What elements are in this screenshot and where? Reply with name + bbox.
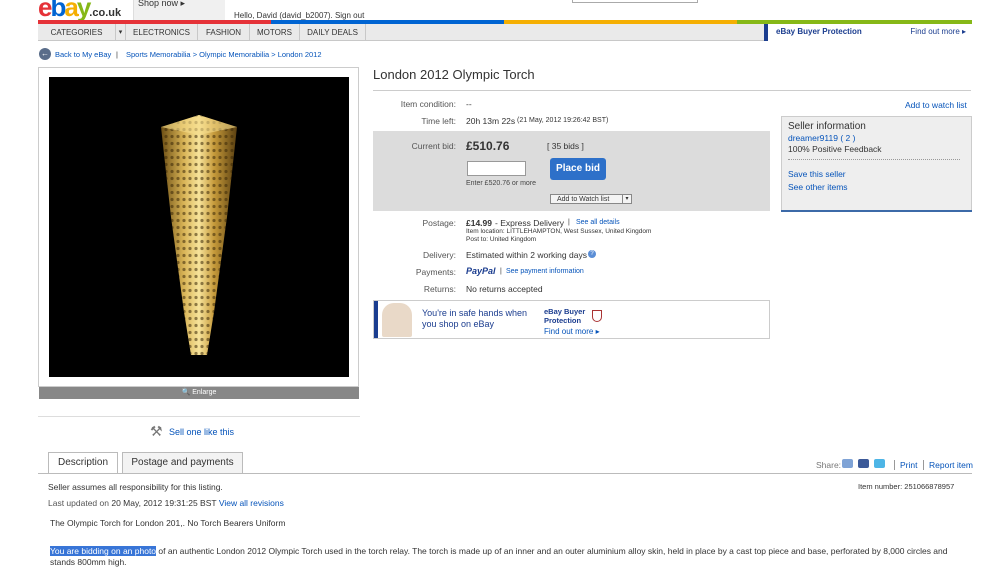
seller-feedback-score[interactable]: ( 2 ) [840,133,855,143]
paypal-logo: PayPal [466,266,496,276]
search-input[interactable] [572,0,698,3]
item-number: Item number: 251066878957 [858,482,955,491]
share-label: Share: [816,460,842,470]
description-body: You are bidding on an photo of an authen… [50,546,950,568]
seller-info-box: Seller information dreamer9119 ( 2 ) 100… [781,116,972,211]
bid-count-link[interactable]: [ 35 bids ] [547,141,584,151]
separator [894,460,895,470]
greeting[interactable]: Hello, David (david_b2007). Sign out [234,11,364,20]
breadcrumb[interactable]: Sports Memorabilia > Olympic Memorabilia… [126,50,322,59]
separator: | [500,268,502,275]
buyer-protection-banner[interactable]: You're in safe hands when you shop on eB… [373,300,770,339]
current-bid-label: Current bid: [411,141,456,151]
seller-name-line: dreamer9119 ( 2 ) [788,133,855,143]
find-out-more-link[interactable]: Find out more ▸ [910,27,966,36]
place-bid-button[interactable]: Place bid [550,158,606,180]
postage-price: £14.99 [466,218,492,228]
description-text: of an authentic London 2012 Olympic Torc… [50,546,948,567]
add-to-watch-list-label: Add to Watch list [557,196,610,203]
add-to-watch-list-link[interactable]: Add to watch list [905,100,967,110]
item-location: Item location: LITTLEHAMPTON, West Susse… [466,228,652,235]
bid-count: [ 35 bids ] [547,141,584,151]
postage-service: - Express Delivery [495,218,564,228]
divider [373,90,971,91]
buyer-protection-nav[interactable]: eBay Buyer Protection Find out more ▸ [764,24,972,41]
payments-label: Payments: [415,267,456,277]
logo-tld: .co.uk [89,7,122,19]
postage-label: Postage: [422,218,456,228]
info-icon[interactable]: ? [588,250,596,258]
back-arrow-icon[interactable]: ← [39,48,51,60]
divider [38,416,360,417]
save-seller-link[interactable]: Save this seller [788,169,846,179]
page-title: London 2012 Olympic Torch [373,67,535,82]
delivery-value: Estimated within 2 working days [466,250,587,260]
divider [788,159,960,160]
chevron-down-icon[interactable]: ▾ [622,195,631,204]
description-summary: The Olympic Torch for London 201,. No To… [50,518,286,528]
hammer-icon: ⚒ [150,423,163,439]
chevron-down-icon[interactable]: ▾ [116,24,126,41]
nav-electronics[interactable]: ELECTRONICS [126,24,198,41]
seller-name-link[interactable]: dreamer9119 [788,133,838,143]
twitter-icon[interactable] [874,459,885,468]
ebay-logo[interactable]: ebay.co.uk [38,0,130,20]
facebook-icon[interactable] [858,459,869,468]
nav-fashion[interactable]: FASHION [198,24,250,41]
banner-accent [374,301,378,338]
end-time: (21 May, 2012 19:26:42 BST) [517,117,609,124]
returns-label: Returns: [423,284,456,294]
time-left-value: 20h 13m 22s [466,116,516,126]
returns-value: No returns accepted [466,284,543,294]
buyer-protection-label: eBay Buyer Protection [776,27,862,36]
seller-responsibility: Seller assumes all responsibility for th… [48,482,223,492]
current-bid-value: £510.76 [466,139,510,153]
nav-categories[interactable]: CATEGORIES [38,24,116,41]
last-updated-date: 20 May, 2012 19:31:25 BST [111,498,217,508]
last-updated-prefix: Last updated on [48,498,109,508]
report-item-link[interactable]: Report item [929,460,973,470]
see-payment-info-link[interactable]: See payment information [506,268,584,275]
view-revisions-link[interactable]: View all revisions [219,498,284,508]
see-other-items-link[interactable]: See other items [788,182,848,192]
breadcrumb-separator: | [116,50,118,59]
tab-description[interactable]: Description [48,452,118,474]
back-to-my-ebay-link[interactable]: Back to My eBay [55,50,111,59]
nav-motors[interactable]: MOTORS [250,24,300,41]
selected-text: You are bidding on an photo [50,546,157,556]
last-updated: Last updated on 20 May, 2012 19:31:25 BS… [48,498,284,508]
enlarge-button[interactable]: 🔍 Enlarge [39,387,359,399]
shield-icon [592,310,602,322]
post-to: Post to: United Kingdom [466,236,537,243]
seller-positive-feedback: 100% Positive Feedback [788,144,882,154]
torch-image [161,115,237,355]
banner-find-out-more-link[interactable]: Find out more ▸ [544,327,600,336]
see-all-details-link[interactable]: See all details [576,219,620,226]
seller-heading: Seller information [788,121,866,132]
banner-message: You're in safe hands when you shop on eB… [422,308,527,329]
separator [923,460,924,470]
person-image [382,303,412,337]
tab-underline [38,473,972,474]
shop-now-banner[interactable]: Shop now ▸ [133,0,225,20]
nav-daily-deals[interactable]: DAILY DEALS [300,24,366,41]
add-to-watch-list-button[interactable]: Add to Watch list ▾ [550,194,632,204]
condition-value: -- [466,99,472,109]
torch-photo[interactable] [49,77,349,377]
bid-hint: Enter £520.76 or more [466,180,537,187]
separator: | [568,219,570,226]
divider [781,210,972,212]
bid-amount-input[interactable] [467,161,526,176]
print-link[interactable]: Print [900,460,917,470]
condition-label: Item condition: [400,99,456,109]
delivery-label: Delivery: [422,250,456,260]
nav-categories-label: CATEGORIES [50,28,103,37]
shop-now-label: Shop now ▸ [138,0,186,8]
tab-postage-payments[interactable]: Postage and payments [122,452,243,473]
email-icon[interactable] [842,459,853,468]
time-left-label: Time left: [421,116,456,126]
sell-one-like-this-link[interactable]: Sell one like this [169,427,234,437]
